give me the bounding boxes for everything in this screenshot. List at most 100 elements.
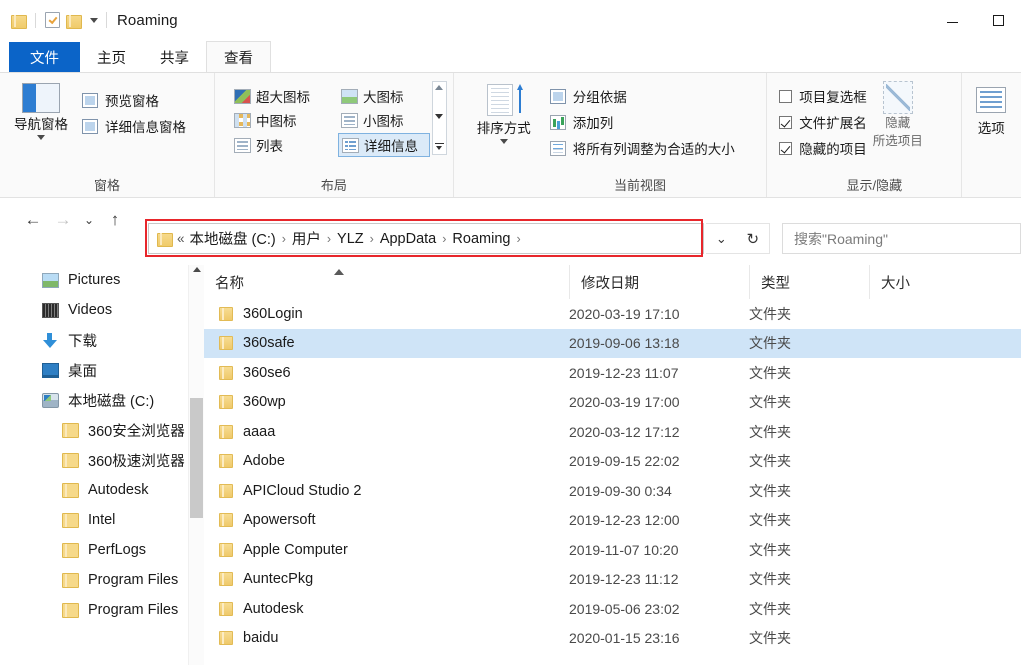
table-row[interactable]: aaaa 2020-03-12 17:12 文件夹 [204,417,1021,447]
view-details[interactable]: 详细信息 [337,133,430,157]
sidebar-item-label: Program Files [88,572,179,588]
tab-file[interactable]: 文件 [9,42,80,72]
table-row[interactable]: 360Login 2020-03-19 17:10 文件夹 [204,299,1021,329]
sidebar-item-pictures[interactable]: Pictures [0,265,204,295]
table-row[interactable]: baidu 2020-01-15 23:16 文件夹 [204,624,1021,654]
chevron-down-icon[interactable]: ⌄ [716,231,727,247]
file-extensions-option[interactable]: 文件扩展名 [779,109,867,135]
ribbon: 导航窗格 预览窗格 详细信息窗格 窗格 超大图标 大图标 中图标 小图标 列表 … [0,72,1021,198]
breadcrumb-item-roaming[interactable]: Roaming [452,231,510,247]
hide-selected-items-button[interactable]: 隐藏 所选项目 [867,79,929,149]
item-checkboxes-option[interactable]: 项目复选框 [779,83,867,109]
options-button[interactable]: 选项 [962,79,1020,137]
table-row[interactable]: APICloud Studio 2 2019-09-30 0:34 文件夹 [204,476,1021,506]
sidebar-item-program-files-x86[interactable]: Program Files [0,595,204,625]
table-row[interactable]: Adobe 2019-09-15 22:02 文件夹 [204,447,1021,477]
tab-view[interactable]: 查看 [206,41,271,72]
desktop-icon [42,362,59,378]
recent-locations-button[interactable]: ⌄ [78,205,100,235]
navigation-pane-button[interactable]: 导航窗格 [4,79,78,140]
table-row[interactable]: Apple Computer 2019-11-07 10:20 文件夹 [204,535,1021,565]
sidebar-item-downloads[interactable]: 下载 [0,325,204,355]
sidebar-item-program-files[interactable]: Program Files [0,565,204,595]
breadcrumb-overflow[interactable]: « [177,231,185,246]
folder-icon [62,512,79,528]
maximize-button[interactable] [975,0,1021,40]
scroll-up-arrow-icon[interactable] [435,85,444,90]
sidebar-item-local-disk[interactable]: 本地磁盘 (C:) [0,385,204,415]
hidden-items-option[interactable]: 隐藏的项目 [779,135,867,161]
file-name: baidu [243,630,279,647]
view-list[interactable]: 列表 [231,133,336,157]
breadcrumb-item-ylz[interactable]: YLZ [337,231,364,247]
breadcrumb-item-users[interactable]: 用户 [292,228,321,249]
sort-by-button[interactable]: 排序方式 [464,79,544,144]
back-button[interactable]: ← [18,205,48,235]
sidebar-scrollbar[interactable] [188,265,204,665]
view-extra-large-icons[interactable]: 超大图标 [231,85,336,107]
folder-icon [219,365,233,380]
file-type: 文件夹 [749,394,791,411]
chevron-right-icon[interactable]: › [515,232,521,246]
tab-home[interactable]: 主页 [80,42,143,72]
sidebar-item-desktop[interactable]: 桌面 [0,355,204,385]
customize-qat-caret-icon[interactable] [90,17,98,23]
breadcrumb[interactable]: « 本地磁盘 (C:) › 用户 › YLZ › AppData › Roami… [148,223,704,254]
sidebar-item-autodesk[interactable]: Autodesk [0,475,204,505]
table-row[interactable]: Autodesk 2019-05-06 23:02 文件夹 [204,594,1021,624]
sidebar-item-360-secure-browser[interactable]: 360安全浏览器 [0,415,204,445]
chevron-right-icon[interactable]: › [441,232,447,246]
file-type: 文件夹 [749,630,791,647]
chevron-right-icon[interactable]: › [281,232,287,246]
folder-icon[interactable] [11,14,27,29]
table-row[interactable]: 360wp 2020-03-19 17:00 文件夹 [204,388,1021,418]
add-columns-button[interactable]: 添加列 [549,109,735,135]
checkbox-checked-icon [779,115,793,129]
sidebar-item-label: 桌面 [68,363,97,380]
minimize-button[interactable] [929,0,975,40]
table-row[interactable]: Apowersoft 2019-12-23 12:00 文件夹 [204,506,1021,536]
view-small-icons[interactable]: 小图标 [338,109,430,131]
scroll-down-arrow-icon[interactable] [435,114,444,119]
size-all-columns-button[interactable]: 将所有列调整为合适的大小 [549,135,735,161]
properties-icon[interactable] [45,12,60,28]
details-pane-button[interactable]: 详细信息窗格 [82,113,186,139]
sidebar-item-perflogs[interactable]: PerfLogs [0,535,204,565]
sidebar-item-label: Program Files [88,602,179,618]
view-medium-icons[interactable]: 中图标 [231,109,336,131]
new-folder-icon[interactable] [66,14,82,29]
preview-pane-button[interactable]: 预览窗格 [82,87,186,113]
scroll-up-arrow-icon[interactable] [193,267,201,272]
column-header-date-modified[interactable]: 修改日期 [569,265,749,299]
table-row[interactable]: 360safe 2019-09-06 13:18 文件夹 [204,328,1021,358]
chevron-right-icon[interactable]: › [326,232,332,246]
ribbon-group-label-current-view: 当前视图 [614,178,667,193]
sort-ascending-icon [334,269,344,275]
sidebar-item-label: Pictures [68,272,121,288]
checkbox-icon [779,89,793,103]
up-button[interactable]: ↑ [100,205,130,235]
forward-button[interactable]: → [48,205,78,235]
folder-icon [219,542,233,557]
folder-icon [62,452,79,468]
search-input[interactable]: 搜索"Roaming" [782,223,1021,254]
table-row[interactable]: 360se6 2019-12-23 11:07 文件夹 [204,358,1021,388]
table-row[interactable]: AuntecPkg 2019-12-23 11:12 文件夹 [204,565,1021,595]
sidebar-item-360-speed-browser[interactable]: 360极速浏览器 [0,445,204,475]
sidebar-item-videos[interactable]: Videos [0,295,204,325]
view-gallery-scrollbar[interactable] [431,81,447,155]
expand-gallery-icon[interactable] [434,143,444,151]
sidebar-item-intel[interactable]: Intel [0,505,204,535]
chevron-right-icon[interactable]: › [369,232,375,246]
tab-share[interactable]: 共享 [143,42,206,72]
column-header-size[interactable]: 大小 [869,265,969,299]
column-header-name[interactable]: 名称 [204,265,569,299]
view-large-icons[interactable]: 大图标 [338,85,430,107]
refresh-icon[interactable]: ↻ [747,230,760,248]
file-type: 文件夹 [749,364,791,381]
group-by-button[interactable]: 分组依据 [549,83,735,109]
breadcrumb-item-local-disk[interactable]: 本地磁盘 (C:) [190,228,276,249]
breadcrumb-item-appdata[interactable]: AppData [380,231,436,247]
column-header-type[interactable]: 类型 [749,265,869,299]
scrollbar-thumb[interactable] [190,398,203,518]
